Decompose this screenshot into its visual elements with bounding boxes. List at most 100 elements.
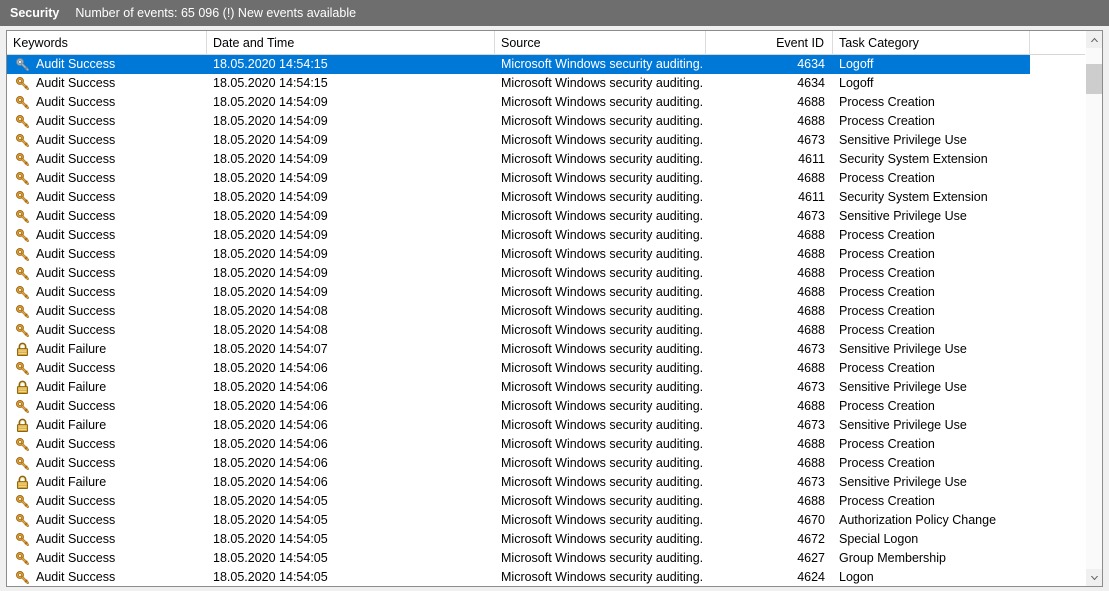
table-row[interactable]: Audit Success 18.05.2020 14:54:09 Microsof…: [7, 245, 1085, 264]
table-row[interactable]: Audit Success 18.05.2020 14:54:06 Microsof…: [7, 397, 1085, 416]
cell-task-category: Sensitive Privilege Use: [839, 418, 967, 432]
table-row[interactable]: Audit Success 18.05.2020 14:54:05 Microsof…: [7, 511, 1085, 530]
table-row[interactable]: Audit Success 18.05.2020 14:54:08 Microsof…: [7, 302, 1085, 321]
table-row[interactable]: Audit Failure 18.05.2020 14:54:06 Microsof…: [7, 473, 1085, 492]
column-header-source[interactable]: Source: [495, 31, 706, 55]
column-header-eventid[interactable]: Event ID: [706, 31, 833, 55]
scrollbar-track[interactable]: [1086, 48, 1102, 569]
table-row[interactable]: Audit Success 18.05.2020 14:54:05 Microsof…: [7, 549, 1085, 568]
table-row[interactable]: Audit Failure 18.05.2020 14:54:07 Microsof…: [7, 340, 1085, 359]
column-header-task-category[interactable]: Task Category: [833, 31, 1030, 55]
table-row[interactable]: Audit Failure 18.05.2020 14:54:06 Microsof…: [7, 378, 1085, 397]
table-row[interactable]: Audit Success 18.05.2020 14:54:09 Microsof…: [7, 188, 1085, 207]
cell-source: Microsoft Windows security auditing.: [501, 494, 704, 508]
cell-task-category: Logoff: [839, 76, 874, 90]
cell-task-category: Sensitive Privilege Use: [839, 380, 967, 394]
table-row[interactable]: Audit Success 18.05.2020 14:54:09 Microsof…: [7, 93, 1085, 112]
cell-datetime: 18.05.2020 14:54:09: [213, 228, 328, 242]
cell-eventid: 4673: [797, 418, 825, 432]
scroll-up-arrow-icon[interactable]: [1086, 31, 1102, 48]
key-icon: [15, 95, 30, 110]
cell-datetime: 18.05.2020 14:54:06: [213, 418, 328, 432]
cell-eventid: 4670: [797, 513, 825, 527]
table-row[interactable]: Audit Success 18.05.2020 14:54:06 Microsof…: [7, 359, 1085, 378]
cell-source: Microsoft Windows security auditing.: [501, 95, 704, 109]
cell-source: Microsoft Windows security auditing.: [501, 475, 704, 489]
keywords-label: Audit Success: [36, 285, 116, 299]
cell-datetime: 18.05.2020 14:54:08: [213, 304, 328, 318]
key-icon: [15, 456, 30, 471]
cell-eventid: 4688: [797, 95, 825, 109]
cell-task-category: Process Creation: [839, 171, 935, 185]
table-row[interactable]: Audit Success 18.05.2020 14:54:06 Microsof…: [7, 435, 1085, 454]
cell-eventid: 4611: [798, 190, 825, 204]
lock-icon: [15, 418, 30, 433]
cell-keywords: Audit Failure: [7, 416, 207, 435]
key-icon: [15, 247, 30, 262]
cell-datetime: 18.05.2020 14:54:06: [213, 361, 328, 375]
table-row[interactable]: Audit Success 18.05.2020 14:54:09 Microsof…: [7, 150, 1085, 169]
table-row[interactable]: Audit Success 18.05.2020 14:54:06 Microsof…: [7, 454, 1085, 473]
cell-source: Microsoft Windows security auditing.: [501, 190, 704, 204]
key-icon: [15, 285, 30, 300]
table-row[interactable]: Audit Success 18.05.2020 14:54:05 Microsof…: [7, 492, 1085, 511]
lock-icon: [15, 342, 30, 357]
table-row[interactable]: Audit Success 18.05.2020 14:54:09 Microsof…: [7, 226, 1085, 245]
table-row[interactable]: Audit Success 18.05.2020 14:54:09 Microsof…: [7, 112, 1085, 131]
key-icon: [15, 551, 30, 566]
key-icon: [15, 532, 30, 547]
table-row[interactable]: Audit Success 18.05.2020 14:54:09 Microsof…: [7, 264, 1085, 283]
table-row[interactable]: Audit Success 18.05.2020 14:54:05 Microsof…: [7, 568, 1085, 586]
table-row[interactable]: Audit Success 18.05.2020 14:54:15 Microsof…: [7, 55, 1030, 74]
cell-eventid: 4611: [798, 152, 825, 166]
table-row[interactable]: Audit Success 18.05.2020 14:54:09 Microsof…: [7, 283, 1085, 302]
cell-task-category: Process Creation: [839, 437, 935, 451]
key-icon: [15, 266, 30, 281]
cell-task-category: Sensitive Privilege Use: [839, 475, 967, 489]
scroll-down-arrow-icon[interactable]: [1086, 569, 1102, 586]
event-count-status: Number of events: 65 096 (!) New events …: [75, 6, 357, 20]
keywords-label: Audit Success: [36, 57, 116, 71]
cell-task-category: Special Logon: [839, 532, 919, 546]
cell-keywords: Audit Success: [7, 150, 207, 169]
table-row[interactable]: Audit Failure 18.05.2020 14:54:06 Microsof…: [7, 416, 1085, 435]
vertical-scrollbar[interactable]: [1085, 31, 1102, 586]
keywords-label: Audit Success: [36, 437, 116, 451]
keywords-label: Audit Failure: [36, 380, 107, 394]
table-row[interactable]: Audit Success 18.05.2020 14:54:08 Microsof…: [7, 321, 1085, 340]
table-row[interactable]: Audit Success 18.05.2020 14:54:09 Microsof…: [7, 131, 1085, 150]
cell-task-category: Process Creation: [839, 456, 935, 470]
cell-eventid: 4688: [797, 361, 825, 375]
column-header-datetime[interactable]: Date and Time: [207, 31, 495, 55]
cell-datetime: 18.05.2020 14:54:06: [213, 437, 328, 451]
table-row[interactable]: Audit Success 18.05.2020 14:54:09 Microsof…: [7, 207, 1085, 226]
key-icon: [15, 361, 30, 376]
cell-source: Microsoft Windows security auditing.: [501, 380, 704, 394]
cell-task-category: Process Creation: [839, 247, 935, 261]
cell-keywords: Audit Success: [7, 530, 207, 549]
cell-keywords: Audit Success: [7, 93, 207, 112]
scrollbar-thumb[interactable]: [1086, 64, 1102, 94]
cell-source: Microsoft Windows security auditing.: [501, 399, 704, 413]
cell-source: Microsoft Windows security auditing.: [501, 418, 704, 432]
key-icon: [15, 304, 30, 319]
cell-datetime: 18.05.2020 14:54:09: [213, 266, 328, 280]
cell-task-category: Sensitive Privilege Use: [839, 133, 967, 147]
cell-keywords: Audit Success: [7, 188, 207, 207]
keywords-label: Audit Success: [36, 456, 116, 470]
cell-source: Microsoft Windows security auditing.: [501, 361, 704, 375]
keywords-label: Audit Failure: [36, 418, 107, 432]
keywords-label: Audit Success: [36, 361, 116, 375]
cell-keywords: Audit Success: [7, 549, 207, 568]
keywords-label: Audit Success: [36, 399, 116, 413]
table-row[interactable]: Audit Success 18.05.2020 14:54:15 Microsof…: [7, 74, 1085, 93]
column-header-keywords[interactable]: Keywords: [7, 31, 207, 55]
cell-task-category: Logoff: [839, 57, 874, 71]
cell-datetime: 18.05.2020 14:54:05: [213, 551, 328, 565]
cell-task-category: Process Creation: [839, 323, 935, 337]
cell-task-category: Process Creation: [839, 399, 935, 413]
table-row[interactable]: Audit Success 18.05.2020 14:54:09 Microsof…: [7, 169, 1085, 188]
table-row[interactable]: Audit Success 18.05.2020 14:54:05 Microsof…: [7, 530, 1085, 549]
keywords-label: Audit Success: [36, 95, 116, 109]
key-icon: [15, 209, 30, 224]
